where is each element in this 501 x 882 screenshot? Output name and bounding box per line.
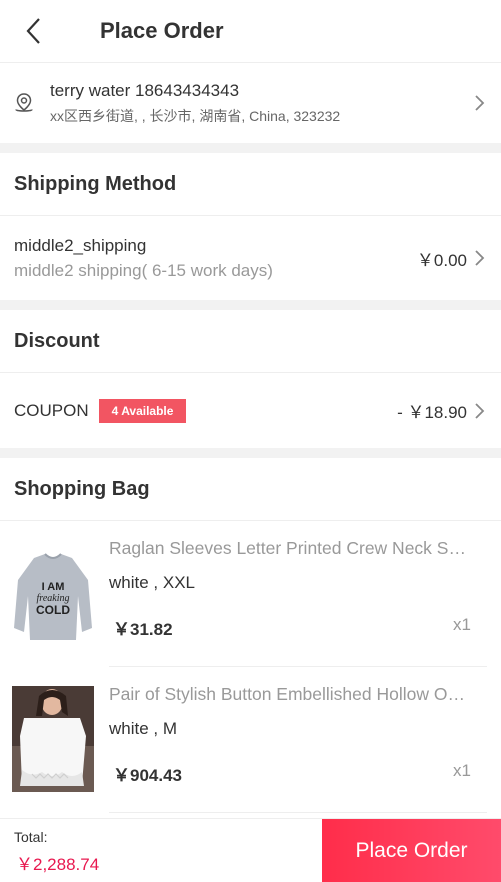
chevron-right-icon	[475, 250, 485, 266]
item-quantity: x1	[453, 615, 471, 634]
address-name-phone: terry water 18643434343	[50, 80, 240, 100]
total-label: Total:	[14, 829, 48, 845]
shopping-bag-title: Shopping Bag	[0, 458, 501, 521]
chevron-right-icon	[475, 402, 485, 419]
item-name: Pair of Stylish Button Embellished Hollo…	[109, 684, 471, 704]
back-button[interactable]	[4, 0, 64, 63]
shirt-print-line-1: I AM	[42, 581, 65, 593]
item-name: Raglan Sleeves Letter Printed Crew Neck …	[109, 538, 471, 558]
divider	[0, 448, 501, 458]
product-image-sweatshirt: I AM freaking COLD	[12, 540, 94, 646]
order-footer: Total: ￥2,288.74 Place Order	[0, 818, 501, 882]
coupon-available-badge: 4 Available	[98, 398, 187, 423]
shipping-method-row[interactable]: middle2_shipping middle2 shipping( 6-15 …	[0, 216, 501, 300]
discount-title: Discount	[0, 310, 501, 373]
item-attributes: white , XXL	[109, 573, 195, 592]
place-order-button[interactable]: Place Order	[322, 819, 501, 882]
item-quantity: x1	[453, 761, 471, 780]
address-line: xx区西乡街道, , 长沙市, 湖南省, China, 323232	[50, 107, 341, 124]
divider	[0, 143, 501, 153]
shipping-address[interactable]: terry water 18643434343 xx区西乡街道, , 长沙市, …	[0, 63, 501, 143]
shipping-method-name: middle2_shipping	[14, 235, 147, 255]
coupon-label: COUPON	[14, 400, 89, 420]
item-price: ￥904.43	[113, 766, 182, 785]
coupon-row[interactable]: COUPON 4 Available - ￥18.90	[0, 373, 501, 448]
shipping-method-title: Shipping Method	[0, 153, 501, 216]
item-attributes: white , M	[109, 719, 178, 738]
page-title: Place Order	[100, 18, 224, 43]
discount-amount: - ￥18.90	[397, 403, 467, 422]
location-pin-icon	[15, 93, 33, 112]
divider	[0, 300, 501, 310]
chevron-right-icon	[475, 95, 485, 111]
product-image-blouse	[12, 686, 94, 792]
bag-item[interactable]: Pair of Stylish Button Embellished Hollo…	[0, 667, 501, 813]
total-value: ￥2,288.74	[16, 855, 100, 874]
bag-item[interactable]: I AM freaking COLD Raglan Sleeves Letter…	[0, 521, 501, 667]
shirt-print-line-3: COLD	[36, 603, 70, 617]
back-arrow-icon	[26, 18, 40, 44]
shipping-price: ￥0.00	[416, 250, 467, 270]
item-price: ￥31.82	[113, 620, 173, 639]
header: Place Order	[0, 0, 501, 63]
shipping-method-desc: middle2 shipping( 6-15 work days)	[14, 260, 273, 280]
